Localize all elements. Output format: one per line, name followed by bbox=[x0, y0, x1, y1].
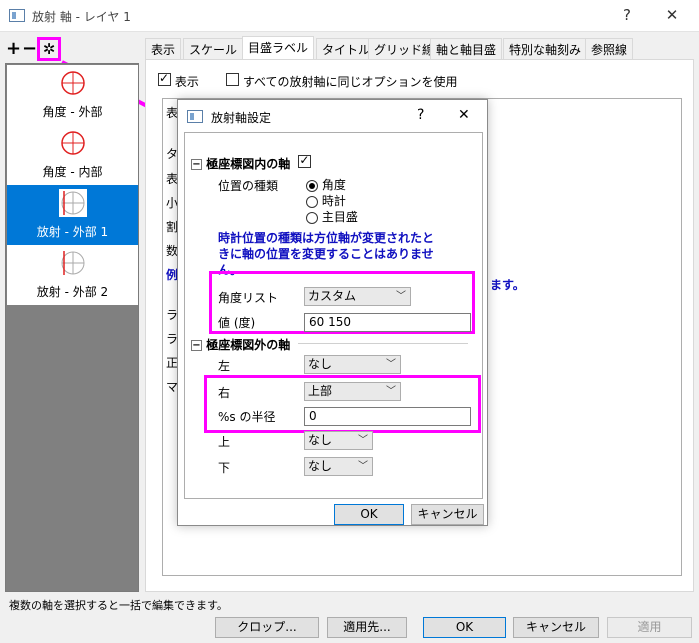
tab-axis-ticks[interactable]: 軸と軸目盛 bbox=[430, 38, 503, 60]
bottom-label: 下 bbox=[218, 461, 231, 475]
dialog-title: 放射軸設定 bbox=[211, 111, 272, 125]
radio-major-tick[interactable]: 主目盛 bbox=[306, 208, 358, 225]
radial-axis-icon bbox=[61, 251, 85, 275]
axis-list[interactable]: 角度 - 外部 角度 - 内部 放射 - 外部 1 放射 - 外部 2 bbox=[5, 63, 139, 592]
collapse-icon[interactable]: − bbox=[191, 159, 202, 170]
section-divider bbox=[298, 343, 468, 344]
angle-list-label: 角度リスト bbox=[218, 291, 279, 305]
dialog-close-button[interactable]: ✕ bbox=[458, 107, 470, 123]
collapse-icon[interactable]: − bbox=[191, 340, 202, 351]
left-label: 左 bbox=[218, 359, 231, 373]
apply-to-button[interactable]: 適用先... bbox=[327, 617, 407, 638]
top-value: なし bbox=[308, 433, 333, 447]
angular-axis-icon bbox=[61, 71, 85, 95]
dialog-help-button[interactable]: ? bbox=[417, 107, 424, 123]
show-checkbox-label: 表示 bbox=[174, 75, 199, 89]
same-options-label: すべての放射軸に同じオプションを使用 bbox=[242, 75, 458, 89]
chevron-down-icon: ﹀ bbox=[386, 386, 396, 397]
axis-list-label: 放射 - 外部 2 bbox=[36, 285, 109, 299]
left-select[interactable]: なし ﹀ bbox=[304, 355, 401, 374]
right-value: 上部 bbox=[308, 384, 333, 398]
axis-list-label: 角度 - 内部 bbox=[42, 165, 103, 179]
radio-button[interactable] bbox=[306, 179, 318, 192]
radio-button[interactable] bbox=[306, 195, 318, 208]
clock-note-line2: きに軸の位置を変更することはありませ bbox=[218, 247, 434, 261]
radio-angle[interactable]: 角度 bbox=[306, 176, 346, 193]
radio-button[interactable] bbox=[306, 211, 318, 224]
top-label: 上 bbox=[218, 435, 231, 449]
value-degrees-label: 値 (度) bbox=[218, 316, 256, 330]
dialog-cancel-button[interactable]: キャンセル bbox=[411, 504, 484, 525]
chevron-down-icon: ﹀ bbox=[358, 435, 368, 446]
right-label: 右 bbox=[218, 386, 231, 400]
axis-list-label: 角度 - 外部 bbox=[42, 105, 103, 119]
left-value: なし bbox=[308, 357, 333, 371]
show-checkbox[interactable] bbox=[158, 71, 171, 86]
status-text: 複数の軸を選択すると一括で編集できます。 bbox=[9, 599, 228, 612]
axis-list-item[interactable]: 角度 - 内部 bbox=[7, 125, 138, 185]
radio-label: 主目盛 bbox=[321, 210, 358, 224]
radius-input[interactable]: 0 bbox=[304, 407, 471, 426]
chevron-down-icon: ﹀ bbox=[396, 291, 406, 302]
tab-tick-labels[interactable]: 目盛ラベル bbox=[242, 36, 315, 60]
axis-list-label: 放射 - 外部 1 bbox=[36, 225, 109, 239]
radius-label: %s の半径 bbox=[218, 410, 276, 424]
radio-label: 時計 bbox=[321, 194, 346, 208]
radial-axis-settings-dialog: 放射軸設定 ? ✕ − 極座標図内の軸 位置の種類 角度 時計 主目盛 時計位置… bbox=[177, 99, 488, 526]
tab-title[interactable]: タイトル bbox=[316, 38, 377, 60]
inner-axis-section-header[interactable]: − 極座標図内の軸 bbox=[191, 153, 312, 172]
same-options-row[interactable]: すべての放射軸に同じオプションを使用 bbox=[226, 73, 458, 90]
dialog-icon bbox=[187, 110, 203, 123]
cancel-button[interactable]: キャンセル bbox=[513, 617, 599, 638]
top-select[interactable]: なし ﹀ bbox=[304, 431, 373, 450]
radio-clock[interactable]: 時計 bbox=[306, 192, 346, 209]
tab-special-ticks[interactable]: 特別な軸刻み bbox=[503, 38, 588, 60]
clock-note-line1: 時計位置の種類は方位軸が変更されたと bbox=[218, 231, 435, 245]
radial-axis-icon bbox=[59, 189, 87, 217]
bottom-select[interactable]: なし ﹀ bbox=[304, 457, 373, 476]
outer-axis-section-title: 極座標図外の軸 bbox=[206, 338, 291, 352]
ok-button[interactable]: OK bbox=[423, 617, 506, 638]
partial-note: ます。 bbox=[490, 278, 525, 292]
radio-label: 角度 bbox=[321, 178, 346, 192]
same-options-checkbox[interactable] bbox=[226, 73, 239, 86]
tab-display[interactable]: 表示 bbox=[145, 38, 182, 60]
chevron-down-icon: ﹀ bbox=[358, 461, 368, 472]
angle-list-select[interactable]: カスタム ﹀ bbox=[304, 287, 411, 306]
inner-axis-section-title: 極座標図内の軸 bbox=[206, 157, 291, 171]
position-type-label: 位置の種類 bbox=[218, 179, 279, 193]
axis-list-item[interactable]: 角度 - 外部 bbox=[7, 65, 138, 125]
angle-list-value: カスタム bbox=[308, 289, 357, 303]
inner-axis-checkbox[interactable] bbox=[298, 153, 312, 168]
right-select[interactable]: 上部 ﹀ bbox=[304, 382, 401, 401]
apply-button[interactable]: 適用 bbox=[607, 617, 692, 638]
dialog-body: − 極座標図内の軸 位置の種類 角度 時計 主目盛 時計位置の種類は方位軸が変更… bbox=[184, 132, 483, 499]
angular-axis-icon bbox=[61, 131, 85, 155]
axis-list-item[interactable]: 放射 - 外部 2 bbox=[7, 245, 138, 305]
outer-axis-section-header[interactable]: − 極座標図外の軸 bbox=[191, 336, 290, 353]
dialog-ok-button[interactable]: OK bbox=[334, 504, 404, 525]
crop-button[interactable]: クロップ... bbox=[215, 617, 319, 638]
tab-scale[interactable]: スケール bbox=[183, 38, 244, 60]
dialog-title-bar: 放射軸設定 ? ✕ bbox=[178, 100, 487, 132]
show-checkbox-row[interactable]: 表示 bbox=[158, 71, 199, 90]
value-degrees-input[interactable]: 60 150 bbox=[304, 313, 471, 332]
bottom-value: なし bbox=[308, 459, 333, 473]
axis-list-item-selected[interactable]: 放射 - 外部 1 bbox=[7, 185, 138, 245]
tab-reference-lines[interactable]: 参照線 bbox=[585, 38, 634, 60]
chevron-down-icon: ﹀ bbox=[386, 359, 396, 370]
